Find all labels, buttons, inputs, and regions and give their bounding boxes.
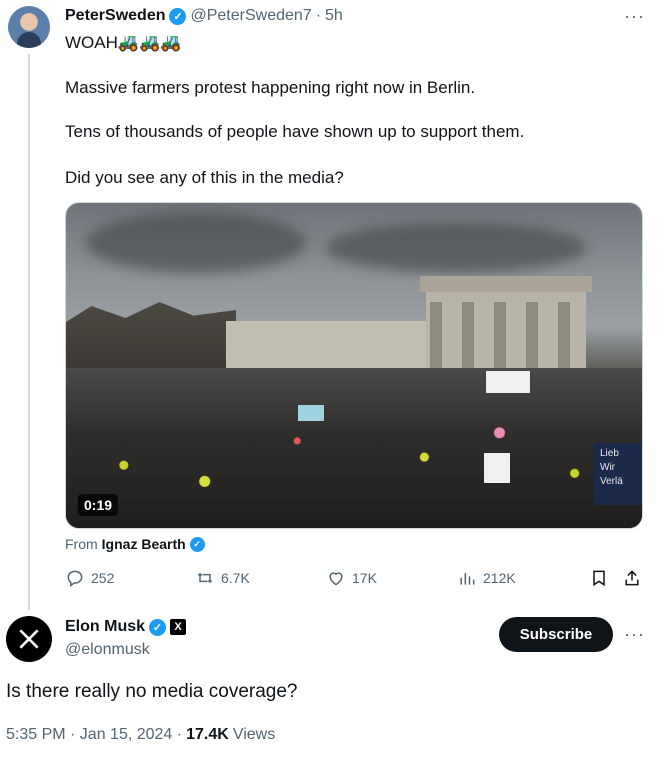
trees-shape [66,302,236,378]
crowd-shape [66,368,642,528]
author-handle[interactable]: @PeterSweden7 [190,7,311,25]
verified-badge-icon: ✓ [169,7,187,25]
views-count: 212K [483,570,516,586]
author-avatar[interactable] [8,6,50,48]
gate-column [494,302,506,378]
more-options-icon[interactable]: ··· [624,6,645,27]
views-button[interactable]: 212K [457,568,516,588]
reply-author-name[interactable]: Elon Musk [65,618,145,636]
reply-icon [67,570,83,587]
brandenburg-gate-shape [420,276,592,378]
like-icon [329,572,343,586]
repost-count: 6.7K [221,570,250,586]
views-icon [460,573,475,585]
more-options-icon[interactable]: ··· [624,624,645,645]
verified-badge-icon: ✓ [189,536,205,552]
reply-header: Elon Musk ✓ X [65,618,187,636]
tweet-text-line: Did you see any of this in the media? [65,168,344,187]
attribution-author[interactable]: Ignaz Bearth [102,536,186,552]
share-button[interactable] [622,568,642,588]
like-button[interactable]: 17K [326,568,377,588]
gate-column [462,302,474,378]
reply-text: Is there really no media coverage? [6,681,298,702]
bookmark-button[interactable] [589,568,609,588]
tweet-time[interactable]: 5h [325,7,343,25]
subscribe-button[interactable]: Subscribe [499,617,613,652]
bookmark-icon [593,570,605,587]
protest-sign [484,453,510,483]
protest-sign [298,405,324,421]
repost-button[interactable]: 6.7K [195,568,250,588]
protest-sign [486,371,530,393]
reply-timestamp[interactable]: 5:35 PM · Jan 15, 2024 · [6,726,182,744]
media-attribution: From Ignaz Bearth ✓ [65,536,205,552]
separator-dot: · [315,7,322,24]
like-count: 17K [352,570,377,586]
tweet-text-line: Massive farmers protest happening right … [65,78,476,97]
reply-author-handle[interactable]: @elonmusk [65,641,150,659]
author-name[interactable]: PeterSweden [65,7,165,25]
share-icon [625,570,639,586]
repost-icon [197,572,213,584]
gate-column [558,302,570,378]
video-player[interactable]: Lieb Wir Verlä 0:19 [65,202,643,529]
reply-count: 252 [91,570,115,586]
gate-column [430,302,442,378]
verified-badge-icon: ✓ [149,618,167,636]
tweet-text-line: Tens of thousands of people have shown u… [65,122,525,141]
reply-meta: 5:35 PM · Jan 15, 2024 · 17.4K Views [6,726,275,744]
reply-views-count: 17.4K [186,726,229,743]
from-label: From [65,536,98,552]
protest-banner: Lieb Wir Verlä [594,443,642,505]
reply-button[interactable]: 252 [65,568,114,588]
reply-author-avatar[interactable] [6,616,52,662]
video-duration: 0:19 [78,494,119,516]
reply-views-label: Views [232,726,276,743]
x-affiliation-icon: X [170,619,187,635]
tweet-action-bar: 252 6.7K 17K 212K [65,568,645,590]
x-logo-icon [19,629,39,649]
cloud-shape [86,213,306,273]
thread-connector-line [28,54,30,610]
cloud-shape [326,223,586,273]
tweet-header: PeterSweden ✓ @PeterSweden7 · 5h [65,7,343,25]
gate-column [526,302,538,378]
tweet-text-line: WOAH🚜🚜🚜 [65,33,182,52]
